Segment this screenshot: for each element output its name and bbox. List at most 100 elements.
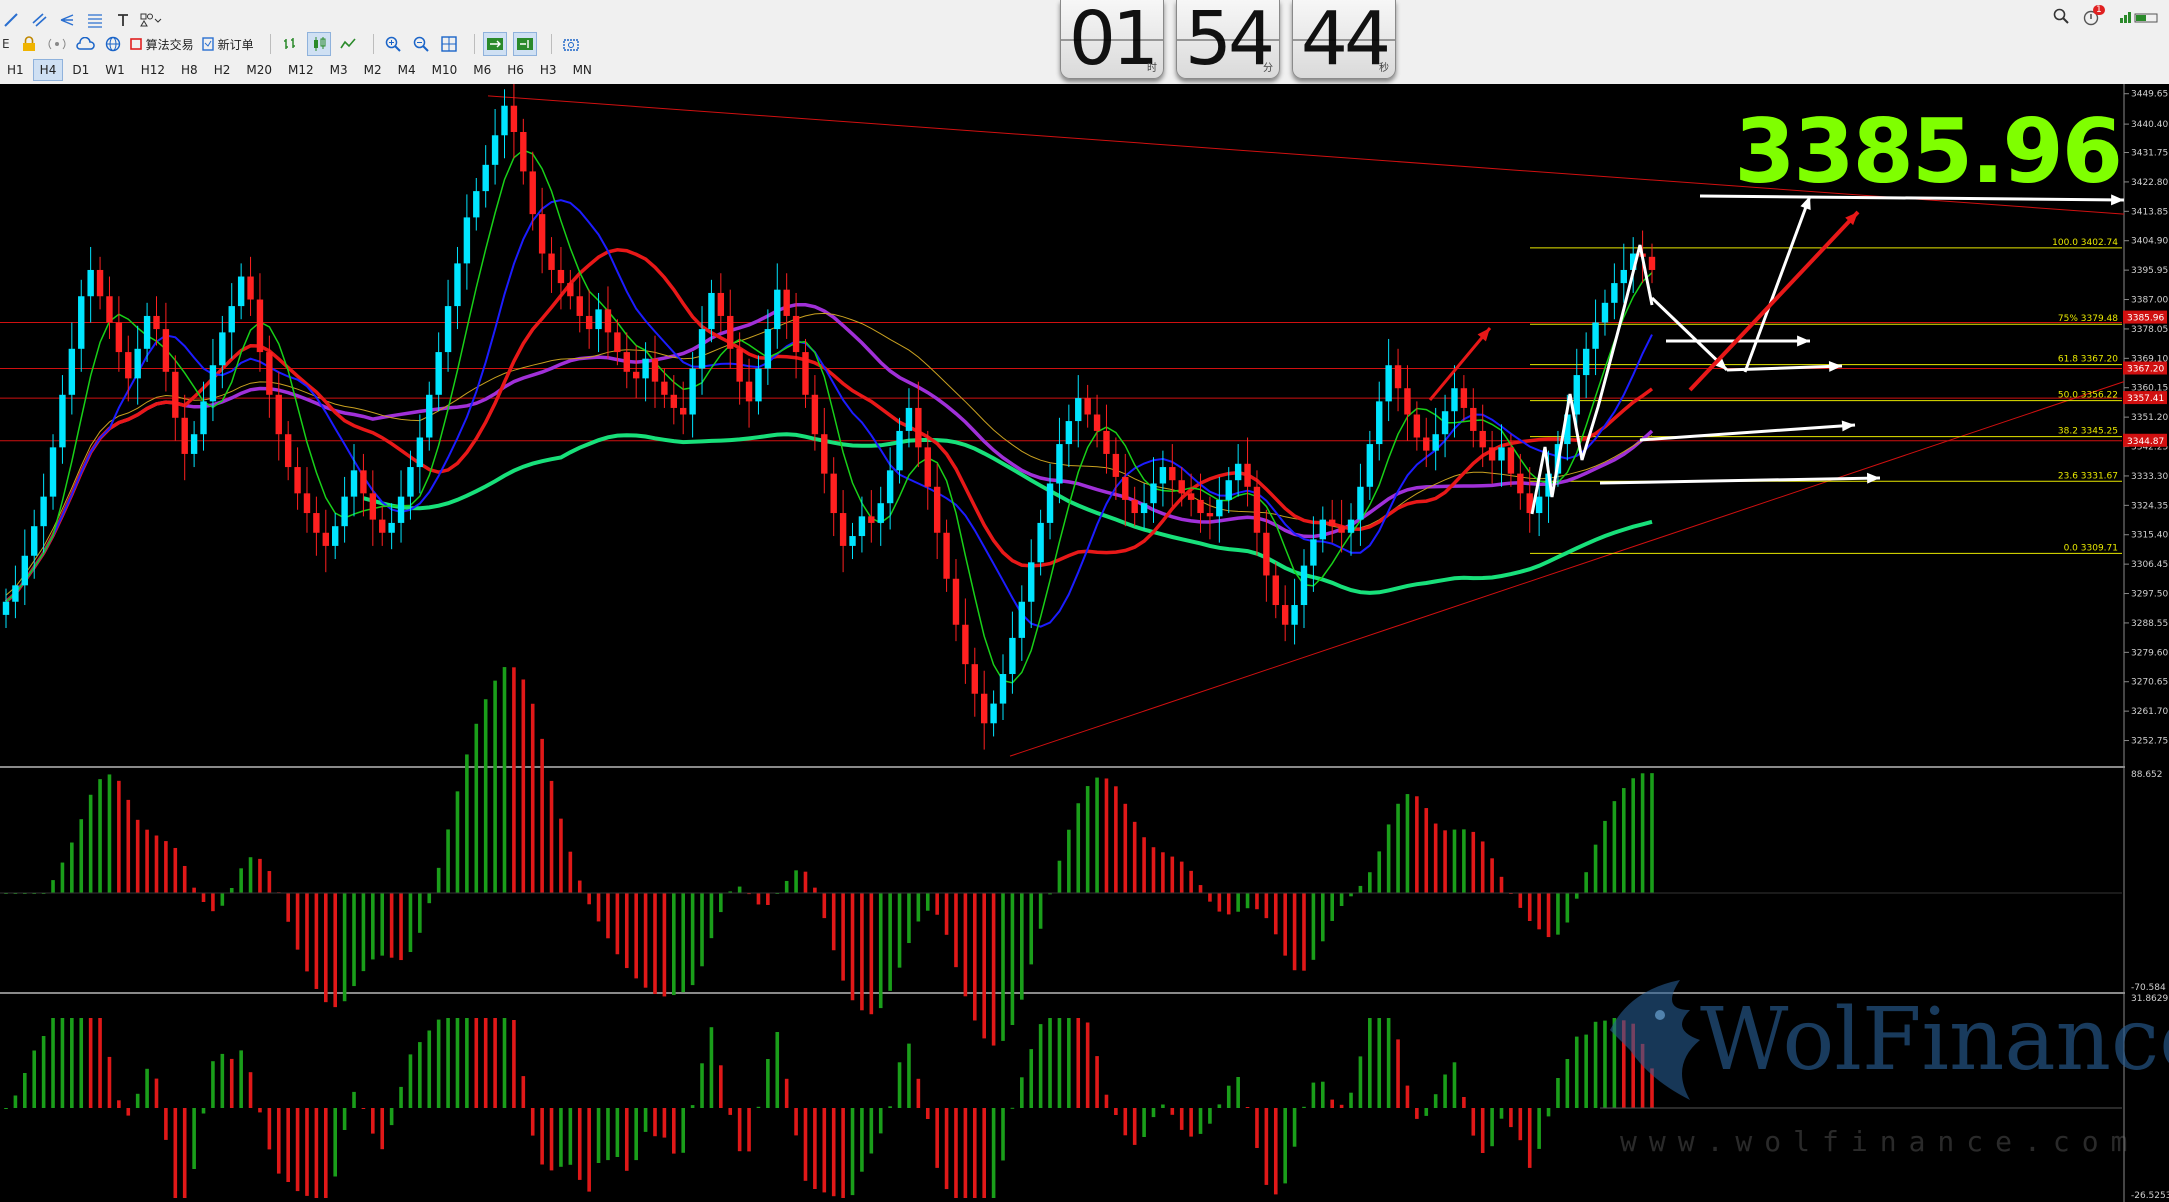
- candle-body: [162, 329, 170, 372]
- timeframe-m4[interactable]: M4: [391, 59, 423, 81]
- timeframe-m3[interactable]: M3: [323, 59, 355, 81]
- trendline-icon[interactable]: [0, 9, 22, 31]
- timeframe-m10[interactable]: M10: [425, 59, 465, 81]
- screenshot-icon[interactable]: [560, 33, 582, 55]
- oscillator-bar: [98, 1018, 102, 1108]
- tile-windows-icon[interactable]: [438, 33, 460, 55]
- search-icon[interactable]: [2053, 8, 2069, 28]
- candle-body: [190, 434, 198, 454]
- macd-bar: [1217, 893, 1222, 912]
- timeframe-d1[interactable]: D1: [65, 59, 96, 81]
- macd-top-label: 88.652: [2131, 770, 2163, 780]
- candle-body: [332, 526, 339, 546]
- candle-body: [915, 407, 922, 448]
- zoom-in-icon[interactable]: [382, 33, 404, 55]
- timeframe-mn[interactable]: MN: [566, 59, 599, 81]
- candle-body: [623, 352, 630, 372]
- channel-icon[interactable]: [28, 9, 50, 31]
- candle-body: [1272, 575, 1279, 606]
- timeframe-h12[interactable]: H12: [134, 59, 172, 81]
- shapes-icon[interactable]: [140, 9, 162, 31]
- timeframe-m2[interactable]: M2: [357, 59, 389, 81]
- timeframe-h4[interactable]: H4: [32, 59, 64, 81]
- pitchfork-icon[interactable]: [56, 9, 78, 31]
- fib-level-label: 75% 3379.48: [2058, 314, 2118, 324]
- radio-signal-icon[interactable]: [46, 33, 68, 55]
- cloud-icon[interactable]: [74, 33, 96, 55]
- oscillator-bar: [1029, 1049, 1034, 1108]
- candle-body: [106, 296, 113, 323]
- globe-icon[interactable]: [102, 33, 124, 55]
- macd-bar: [1132, 821, 1137, 893]
- timeframe-h6[interactable]: H6: [500, 59, 531, 81]
- price-tag-label: 3357.41: [2127, 394, 2164, 404]
- candlestick-icon[interactable]: [306, 32, 331, 56]
- text-tool-icon[interactable]: [112, 9, 134, 31]
- candle-body: [538, 214, 546, 254]
- timeframe-m12[interactable]: M12: [281, 59, 321, 81]
- macd-bar: [1010, 893, 1015, 1026]
- timeframe-h1[interactable]: H1: [0, 59, 31, 81]
- chart-shift-icon[interactable]: [512, 32, 537, 56]
- oscillator-bar: [577, 1108, 582, 1180]
- macd-bar: [624, 893, 629, 969]
- macd-bar: [841, 893, 845, 981]
- timeframe-m6[interactable]: M6: [466, 59, 498, 81]
- bar-chart-icon[interactable]: [279, 33, 301, 55]
- timeframe-w1[interactable]: W1: [98, 59, 132, 81]
- oscillator-bar: [1631, 1023, 1635, 1108]
- auto-scroll-icon[interactable]: [482, 32, 507, 56]
- macd-bar: [643, 893, 648, 988]
- candle-body: [1517, 473, 1524, 494]
- fibonacci-icon[interactable]: [84, 9, 106, 31]
- line-chart-icon[interactable]: [337, 33, 359, 55]
- candle-body: [209, 365, 217, 402]
- oscillator-bar: [756, 1106, 761, 1108]
- oscillator-bar: [493, 1018, 497, 1108]
- new-order-button[interactable]: 新订单: [201, 33, 254, 55]
- macd-bar: [229, 887, 234, 893]
- macd-bar: [333, 893, 337, 1008]
- candle-body: [1441, 411, 1449, 435]
- algo-trading-button[interactable]: 算法交易: [129, 33, 194, 55]
- fib-level-label: 61.8 3367.20: [2058, 355, 2118, 365]
- candle-body: [1479, 430, 1486, 448]
- candle-body: [924, 447, 931, 487]
- macd-bar: [1114, 786, 1118, 893]
- timeframe-h2[interactable]: H2: [207, 59, 238, 81]
- price-tag-label: 3344.87: [2127, 437, 2164, 447]
- notifications-icon[interactable]: 1: [2083, 5, 2105, 26]
- oscillator-bar: [1001, 1108, 1005, 1161]
- timeframe-h8[interactable]: H8: [174, 59, 205, 81]
- candle-body: [1197, 499, 1204, 514]
- candle-body: [435, 352, 442, 395]
- connection-status-icon[interactable]: [2119, 9, 2159, 28]
- lock-icon[interactable]: [18, 33, 40, 55]
- oscillator-bar: [79, 1018, 84, 1108]
- fib-level-label: 50.0 3356.22: [2058, 391, 2118, 401]
- macd-bar: [991, 893, 996, 1046]
- oscillator-bar: [1650, 1068, 1654, 1108]
- candle-body: [1488, 447, 1496, 461]
- timeframe-h3[interactable]: H3: [533, 59, 564, 81]
- oscillator-bar: [1603, 1020, 1607, 1108]
- macd-bar: [1471, 831, 1476, 893]
- candle-body: [877, 503, 884, 523]
- timeframe-m20[interactable]: M20: [239, 59, 279, 81]
- macd-bar: [1462, 829, 1466, 893]
- oscillator-bar: [1518, 1108, 1523, 1141]
- macd-bar: [201, 893, 206, 902]
- profiles-button[interactable]: E: [2, 33, 10, 55]
- oscillator-bar: [954, 1108, 958, 1198]
- oscillator-bar: [897, 1062, 902, 1108]
- macd-bar: [98, 779, 102, 893]
- macd-bar: [1518, 893, 1523, 908]
- candle-body: [1037, 522, 1044, 563]
- zoom-out-icon[interactable]: [410, 33, 432, 55]
- macd-bar: [135, 819, 140, 893]
- oscillator-bar: [766, 1059, 770, 1108]
- macd-bar: [1208, 893, 1212, 902]
- macd-bar: [361, 893, 366, 972]
- oscillator-bar: [737, 1108, 742, 1152]
- macd-bar: [944, 893, 949, 935]
